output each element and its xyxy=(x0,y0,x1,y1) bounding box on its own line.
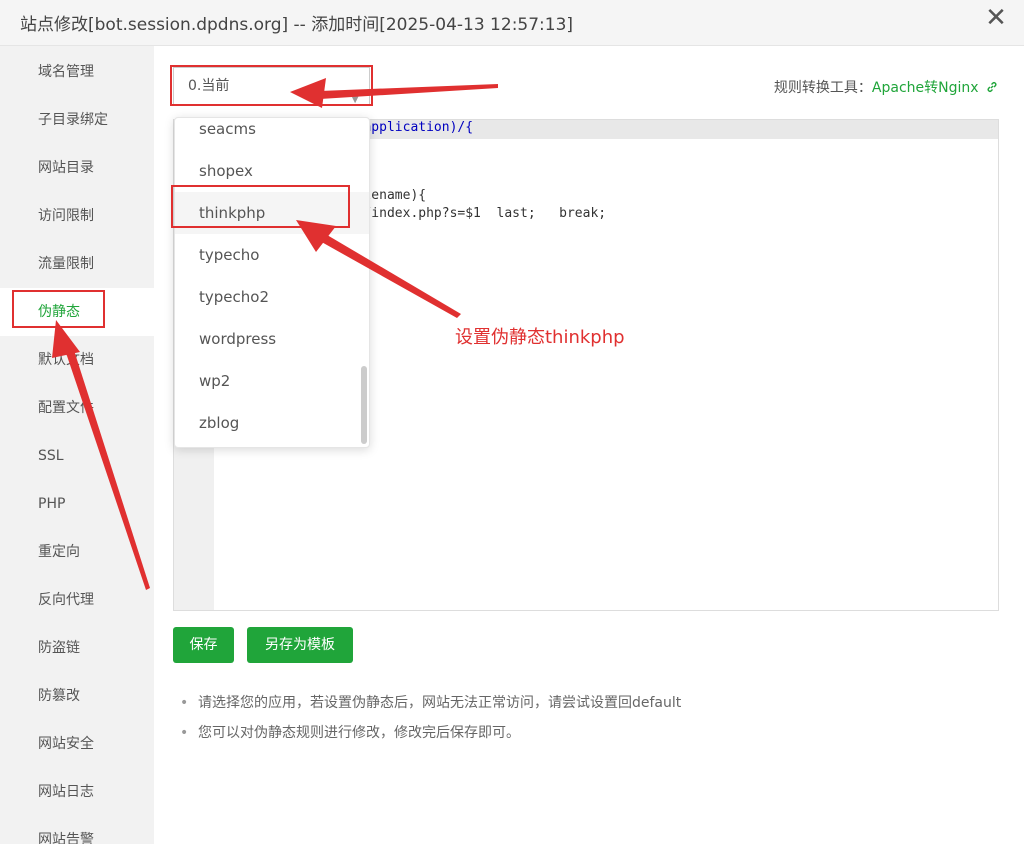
sidebar-item-redirect[interactable]: 重定向 xyxy=(0,528,154,576)
tips-list: 请选择您的应用，若设置伪静态后，网站无法正常访问，请尝试设置回default 您… xyxy=(180,692,1000,752)
sidebar-item-traffic-limit[interactable]: 流量限制 xyxy=(0,240,154,288)
rule-convert-label: 规则转换工具： xyxy=(773,80,872,96)
tip-item: 您可以对伪静态规则进行修改，修改完后保存即可。 xyxy=(180,722,1000,752)
apache-to-nginx-link[interactable]: Apache转Nginx xyxy=(872,80,979,96)
sidebar-item-site-log[interactable]: 网站日志 xyxy=(0,768,154,816)
annotation-highlight-select xyxy=(170,65,373,106)
dropdown-option-typecho[interactable]: typecho xyxy=(175,234,369,276)
code-line-5: $ /index.php?s=$1 last; break; xyxy=(340,206,607,221)
sidebar-item-config-file[interactable]: 配置文件 xyxy=(0,384,154,432)
tip-item: 请选择您的应用，若设置伪静态后，网站无法正常访问，请尝试设置回default xyxy=(180,692,1000,722)
sidebar-item-ssl[interactable]: SSL xyxy=(0,432,154,480)
rule-convert-tool: 规则转换工具：Apache转Nginx xyxy=(774,77,998,97)
close-icon[interactable]: ✕ xyxy=(984,5,1008,31)
sidebar: 域名管理 子目录绑定 网站目录 访问限制 流量限制 伪静态 默认文档 配置文件 … xyxy=(0,46,154,844)
sidebar-item-access-limit[interactable]: 访问限制 xyxy=(0,192,154,240)
window-title: 站点修改[bot.session.dpdns.org] -- 添加时间[2025… xyxy=(20,15,574,35)
sidebar-item-site-security[interactable]: 网站安全 xyxy=(0,720,154,768)
dropdown-option-seacms[interactable]: seacms xyxy=(175,118,369,150)
title-bar: 站点修改[bot.session.dpdns.org] -- 添加时间[2025… xyxy=(0,0,1024,46)
dropdown-option-zblog[interactable]: zblog xyxy=(175,402,369,444)
sidebar-item-tamper-proof[interactable]: 防篡改 xyxy=(0,672,154,720)
save-as-template-button[interactable]: 另存为模板 xyxy=(247,627,353,663)
annotation-highlight-thinkphp xyxy=(171,185,350,228)
save-button[interactable]: 保存 xyxy=(173,627,234,663)
sidebar-item-site-dir[interactable]: 网站目录 xyxy=(0,144,154,192)
dropdown-option-wp2[interactable]: wp2 xyxy=(175,360,369,402)
sidebar-item-site-alert[interactable]: 网站告警 xyxy=(0,816,154,844)
rewrite-template-dropdown[interactable]: seacms shopex thinkphp typecho typecho2 … xyxy=(174,117,370,448)
dropdown-option-wordpress[interactable]: wordpress xyxy=(175,318,369,360)
dropdown-scrollbar[interactable] xyxy=(361,366,367,444)
link-icon[interactable] xyxy=(986,81,998,93)
annotation-text: 设置伪静态thinkphp xyxy=(455,327,625,348)
dropdown-option-typecho2[interactable]: typecho2 xyxy=(175,276,369,318)
sidebar-item-php[interactable]: PHP xyxy=(0,480,154,528)
sidebar-item-hotlink[interactable]: 防盗链 xyxy=(0,624,154,672)
sidebar-item-reverse-proxy[interactable]: 反向代理 xyxy=(0,576,154,624)
annotation-highlight-sidebar xyxy=(12,290,105,328)
sidebar-item-default-doc[interactable]: 默认文档 xyxy=(0,336,154,384)
sidebar-item-subdir[interactable]: 子目录绑定 xyxy=(0,96,154,144)
sidebar-item-domain[interactable]: 域名管理 xyxy=(0,48,154,96)
